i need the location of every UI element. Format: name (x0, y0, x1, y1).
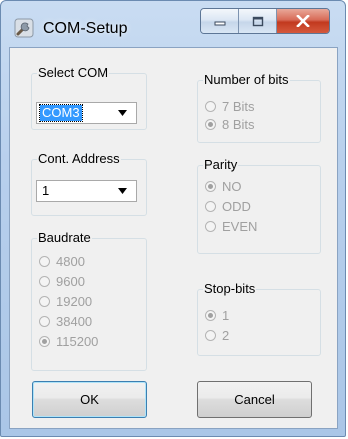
radio-button (205, 329, 216, 341)
radio-button (205, 200, 216, 212)
close-icon (296, 15, 310, 27)
cancel-button[interactable]: Cancel (197, 381, 312, 418)
stop-bits-option-2[interactable]: 2 (205, 327, 229, 343)
parity-option-label: EVEN (222, 218, 258, 234)
parity-option-odd[interactable]: ODD (205, 198, 251, 214)
cont-address-value: 1 (42, 183, 50, 198)
baudrate-option-19200[interactable]: 19200 (39, 293, 92, 309)
baudrate-option-38400[interactable]: 38400 (39, 313, 92, 329)
baudrate-option-label: 4800 (56, 253, 85, 269)
bits-option-7[interactable]: 7 Bits (205, 98, 255, 114)
cont-address-label: Cont. Address (38, 151, 120, 166)
baudrate-option-115200[interactable]: 115200 (39, 333, 98, 349)
parity-option-no[interactable]: NO (205, 178, 242, 194)
baudrate-option-4800[interactable]: 4800 (39, 253, 85, 269)
baudrate-option-9600[interactable]: 9600 (39, 273, 85, 289)
stop-bits-label: Stop-bits (204, 281, 256, 296)
baudrate-option-label: 19200 (56, 293, 93, 309)
bits-option-8[interactable]: 8 Bits (205, 116, 255, 132)
radio-button-checked (205, 180, 216, 192)
cont-address-dropdown[interactable]: 1 (36, 180, 137, 202)
parity-option-label: NO (222, 178, 242, 194)
minimize-icon (214, 21, 225, 26)
maximize-button[interactable] (239, 9, 277, 33)
bits-option-label: 7 Bits (222, 98, 255, 114)
select-com-dropdown[interactable]: COM3 (36, 102, 137, 124)
radio-button (39, 295, 50, 307)
baudrate-option-label: 115200 (56, 333, 99, 349)
baudrate-label: Baudrate (38, 230, 91, 245)
parity-option-even[interactable]: EVEN (205, 218, 257, 234)
radio-button (205, 100, 216, 112)
maximize-icon (252, 16, 263, 26)
radio-button (39, 255, 50, 267)
number-of-bits-label: Number of bits (204, 72, 289, 87)
chevron-down-icon (118, 110, 127, 116)
baudrate-option-label: 9600 (56, 273, 85, 289)
com-setup-window: COM-Setup Select COM COM3 Cont. Address … (0, 0, 346, 437)
ok-button[interactable]: OK (32, 381, 147, 418)
stop-bits-option-label: 1 (222, 307, 230, 323)
window-title: COM-Setup (43, 20, 128, 37)
radio-button-checked (39, 335, 50, 347)
minimize-button[interactable] (201, 9, 239, 33)
close-button[interactable] (277, 9, 329, 33)
chevron-down-icon (118, 188, 127, 194)
radio-button-checked (205, 118, 216, 130)
parity-option-label: ODD (222, 198, 251, 214)
select-com-value: COM3 (39, 104, 83, 122)
stop-bits-option-label: 2 (222, 327, 230, 343)
radio-button (39, 275, 50, 287)
title-bar[interactable]: COM-Setup (1, 1, 347, 47)
stop-bits-option-1[interactable]: 1 (205, 307, 229, 323)
window-controls (200, 8, 330, 34)
dialog-body: Select COM COM3 Cont. Address 1 Baudrate… (9, 47, 338, 429)
radio-button (39, 315, 50, 327)
bits-option-label: 8 Bits (222, 116, 255, 132)
radio-button (205, 220, 216, 232)
wrench-icon (14, 18, 34, 38)
radio-button-checked (205, 309, 216, 321)
parity-label: Parity (204, 157, 238, 172)
baudrate-option-label: 38400 (56, 313, 93, 329)
select-com-label: Select COM (38, 65, 109, 80)
